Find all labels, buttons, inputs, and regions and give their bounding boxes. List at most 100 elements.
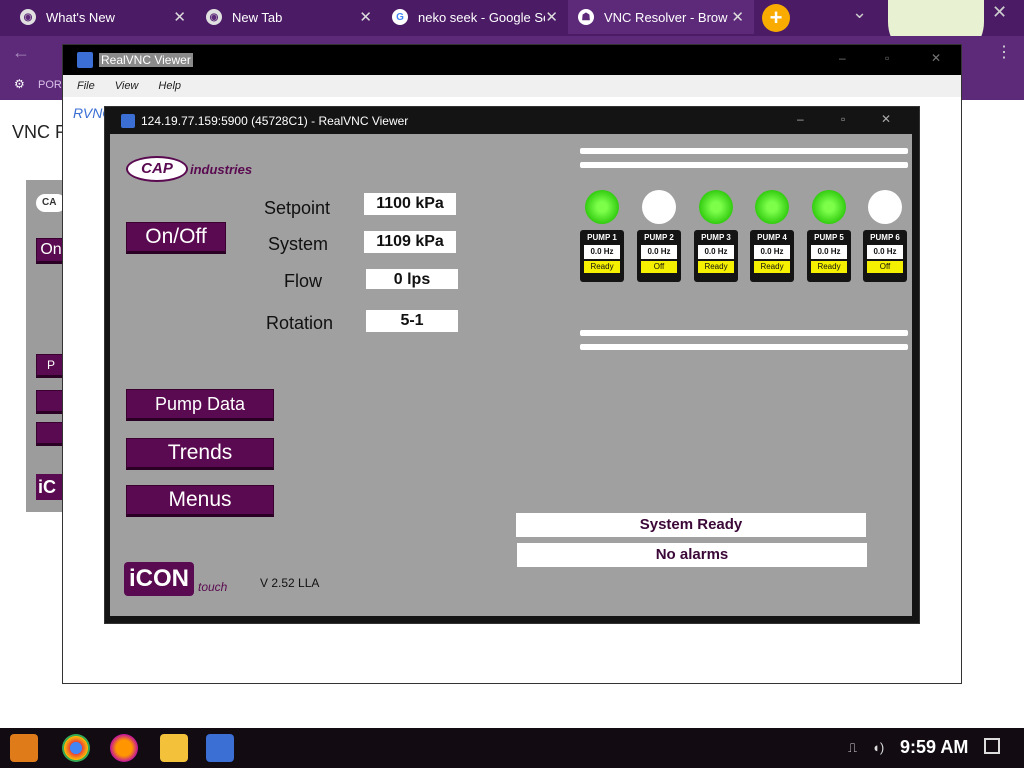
pump-frequency: 0.0 Hz	[811, 245, 847, 259]
close-icon[interactable]: ✕	[359, 8, 372, 26]
pump-name: PUMP 5	[814, 233, 844, 242]
pump-card: PUMP 4 0.0 Hz Ready	[750, 230, 794, 282]
pump-5[interactable]: PUMP 5 0.0 Hz Ready	[807, 190, 851, 282]
minimize-icon[interactable]: –	[797, 112, 804, 126]
pump-4[interactable]: PUMP 4 0.0 Hz Ready	[750, 190, 794, 282]
maximize-icon[interactable]: ▫	[885, 51, 889, 65]
vnc-taskbar-icon[interactable]	[206, 734, 234, 762]
close-icon[interactable]: ✕	[881, 112, 891, 126]
inner-titlebar: 124.19.77.159:5900 (45728C1) - RealVNC V…	[105, 107, 919, 135]
pump-data-button[interactable]: Pump Data	[126, 389, 274, 421]
tab-new-tab[interactable]: ◉ New Tab ✕	[196, 0, 382, 34]
chevron-down-icon[interactable]: ⌄	[852, 2, 867, 23]
pump-name: PUMP 2	[644, 233, 674, 242]
flow-value: 0 lps	[366, 269, 458, 289]
pump-1[interactable]: PUMP 1 0.0 Hz Ready	[580, 190, 624, 282]
taskbar	[0, 728, 1024, 768]
background-hmi-fragment: CA On P iC	[26, 180, 66, 512]
chrome-icon: ◉	[206, 9, 222, 25]
pump-card: PUMP 5 0.0 Hz Ready	[807, 230, 851, 282]
firefox-taskbar-icon[interactable]	[110, 734, 138, 762]
icon-touch: touch	[198, 580, 228, 594]
system-label: System	[268, 234, 329, 254]
pump-row: PUMP 1 0.0 Hz Ready PUMP 2 0.0 Hz Off PU…	[580, 190, 910, 310]
pump-status-led	[642, 190, 676, 224]
pump-6[interactable]: PUMP 6 0.0 Hz Off	[863, 190, 907, 282]
window-close-icon[interactable]: ✕	[992, 2, 1007, 23]
pump-card: PUMP 6 0.0 Hz Off	[863, 230, 907, 282]
vnc-icon	[77, 52, 93, 68]
onoff-button[interactable]: On/Off	[126, 222, 226, 254]
back-arrow-icon[interactable]: ←	[12, 42, 30, 63]
kebab-menu-icon[interactable]: ⋮	[996, 42, 1012, 62]
pump-card: PUMP 1 0.0 Hz Ready	[580, 230, 624, 282]
notifications-icon[interactable]	[984, 738, 1000, 754]
version-label: V 2.52 LLA	[260, 576, 320, 590]
flow-label: Flow	[284, 271, 323, 291]
system-value: 1109 kPa	[364, 231, 456, 253]
close-icon[interactable]: ✕	[545, 8, 558, 26]
tab-label: VNC Resolver - Brows	[604, 9, 728, 25]
close-icon[interactable]: ✕	[173, 8, 186, 26]
hmi-panel: CAP industries On/Off Setpoint 1100 kPa …	[110, 134, 912, 616]
pump-status-led	[585, 190, 619, 224]
clock[interactable]: 9:59 AM	[900, 737, 968, 758]
pump-status: Ready	[698, 261, 734, 273]
tab-label: What's New	[46, 9, 115, 25]
pump-status-led	[868, 190, 902, 224]
setpoint-value[interactable]: 1100 kPa	[364, 193, 456, 215]
close-icon[interactable]: ✕	[931, 51, 941, 65]
pump-frequency: 0.0 Hz	[641, 245, 677, 259]
bookmark-label[interactable]: POR	[38, 79, 62, 91]
pump-card: PUMP 2 0.0 Hz Off	[637, 230, 681, 282]
outer-menubar: File View Help	[63, 75, 961, 97]
tab-vnc-resolver[interactable]: ☗ VNC Resolver - Brows ✕	[568, 0, 754, 34]
pump-frequency: 0.0 Hz	[698, 245, 734, 259]
new-tab-button[interactable]: +	[762, 4, 790, 32]
pump-frequency: 0.0 Hz	[867, 245, 903, 259]
pump-status: Ready	[811, 261, 847, 273]
menu-view[interactable]: View	[115, 80, 139, 92]
pump-status: Ready	[584, 261, 620, 273]
speaker-icon[interactable]: ◖)	[872, 740, 884, 755]
menus-button[interactable]: Menus	[126, 485, 274, 517]
inner-window-title: 124.19.77.159:5900 (45728C1) - RealVNC V…	[141, 114, 409, 128]
folder-taskbar-icon[interactable]	[160, 734, 188, 762]
tab-label: neko seek - Google Sé	[418, 9, 546, 25]
rotation-value: 5-1	[366, 310, 458, 332]
menu-help[interactable]: Help	[158, 80, 181, 92]
pump-name: PUMP 4	[757, 233, 787, 242]
network-icon[interactable]: ⎍	[848, 740, 857, 756]
bottom-pipe	[580, 330, 908, 336]
pump-2[interactable]: PUMP 2 0.0 Hz Off	[637, 190, 681, 282]
trends-button[interactable]: Trends	[126, 438, 274, 470]
bookmark-icon[interactable]: ⚙	[14, 77, 25, 91]
outer-titlebar: RealVNC Viewer – ▫ ✕	[63, 45, 961, 75]
tab-whats-new[interactable]: ◉ What's New ✕	[10, 0, 196, 34]
rotation-label: Rotation	[266, 313, 334, 333]
outer-window-title: RealVNC Viewer	[99, 53, 193, 67]
cap-logo: CAP	[126, 156, 188, 182]
icon-logo: iCON	[124, 562, 194, 596]
menu-file[interactable]: File	[77, 80, 95, 92]
tab-neko-seek[interactable]: G neko seek - Google Sé ✕	[382, 0, 568, 34]
pump-status-led	[699, 190, 733, 224]
chrome-icon: ◉	[20, 9, 36, 25]
pump-card: PUMP 3 0.0 Hz Ready	[694, 230, 738, 282]
start-icon[interactable]	[10, 734, 38, 762]
pump-status-led	[812, 190, 846, 224]
pump-3[interactable]: PUMP 3 0.0 Hz Ready	[694, 190, 738, 282]
pump-name: PUMP 1	[587, 233, 617, 242]
close-icon[interactable]: ✕	[731, 8, 744, 26]
pump-name: PUMP 3	[701, 233, 731, 242]
maximize-icon[interactable]: ▫	[841, 112, 845, 126]
pump-status: Off	[867, 261, 903, 273]
pump-frequency: 0.0 Hz	[754, 245, 790, 259]
top-pipe	[580, 148, 908, 154]
pump-frequency: 0.0 Hz	[584, 245, 620, 259]
cat-icon: ☗	[578, 9, 594, 25]
bottom-pipe	[580, 344, 908, 350]
setpoint-label: Setpoint	[264, 198, 331, 218]
minimize-icon[interactable]: –	[839, 51, 846, 65]
chrome-taskbar-icon[interactable]	[62, 734, 90, 762]
